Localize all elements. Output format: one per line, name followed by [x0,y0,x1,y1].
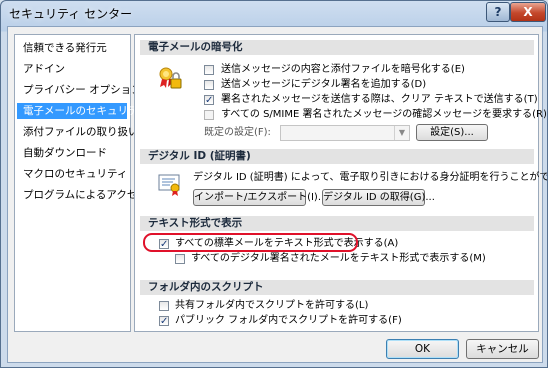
encrypt-contents-label: 送信メッセージの内容と添付ファイルを暗号化する(E) [221,64,465,75]
allow-public-folder-scripts-label: パブリック フォルダ内でスクリプトを許可する(F) [175,315,402,326]
close-button[interactable]: X [510,2,546,22]
sidebar-item-trusted-publishers[interactable]: 信頼できる発行元 [17,40,127,56]
sidebar-item-email-security[interactable]: 電子メールのセキュリティ [17,103,148,119]
allow-shared-folder-scripts-label: 共有フォルダ内でスクリプトを許可する(L) [175,300,369,311]
highlight-annotation [143,233,358,252]
allow-shared-folder-scripts-checkbox[interactable] [159,301,169,311]
sidebar-item-programmatic-access[interactable]: プログラムによるアクセス [17,187,148,203]
default-setting-label: 既定の設定(F): [204,127,271,138]
request-smime-receipt-label: すべての S/MIME 署名されたメッセージの確認メッセージを要求する(R) [221,109,547,120]
add-digital-signature-label: 送信メッセージにデジタル署名を追加する(D) [221,79,427,90]
request-smime-receipt-checkbox[interactable] [204,110,214,120]
help-button[interactable]: ? [486,2,510,22]
window-title: セキュリティ センター [9,7,133,21]
default-setting-dropdown[interactable]: ▼ [280,125,410,141]
get-digital-id-button[interactable]: デジタル ID の取得(G)... [322,189,435,206]
encrypt-contents-checkbox[interactable] [204,65,214,75]
lock-certificate-icon [157,65,183,91]
section-header-encryption: 電子メールの暗号化 [140,40,534,55]
sidebar-item-attachment-handling[interactable]: 添付ファイルの取り扱い [17,124,139,140]
cancel-button[interactable]: キャンセル [466,339,539,359]
digital-id-description: デジタル ID (証明書) によって、電子取り引きにおける身分証明を行うことがで… [193,172,548,183]
section-header-digital-id: デジタル ID (証明書) [140,149,534,164]
sidebar-item-macro-security[interactable]: マクロのセキュリティ [17,166,127,182]
read-signed-as-plain-text-checkbox[interactable] [175,254,185,264]
certificate-icon [157,171,183,197]
sidebar-item-automatic-download[interactable]: 自動ダウンロード [17,145,127,161]
sidebar-item-addins[interactable]: アドイン [17,61,127,77]
send-clear-text-label: 署名されたメッセージを送信する際は、クリア テキストで送信する(T) [221,94,538,105]
sidebar-item-privacy-options[interactable]: プライバシー オプション [17,82,142,98]
settings-panel: 電子メールの暗号化 送信メッセージの内容と添付ファイルを暗号化する(E) 送信メ… [134,34,547,332]
section-header-plain-text: テキスト形式で表示 [140,216,534,231]
settings-button[interactable]: 設定(S)... [416,124,488,141]
allow-public-folder-scripts-checkbox[interactable]: ✓ [159,316,169,327]
chevron-down-icon: ▼ [394,126,409,140]
ok-button[interactable]: OK [386,339,459,359]
send-clear-text-checkbox[interactable]: ✓ [204,95,214,106]
dialog-window: セキュリティ センター ? X 信頼できる発行元 アドイン プライバシー オプシ… [0,0,548,368]
dialog-client-area: 信頼できる発行元 アドイン プライバシー オプション 電子メールのセキュリティ … [7,26,547,363]
import-export-button[interactable]: インポート/エクスポート(I)... [193,189,327,206]
read-signed-as-plain-text-label: すべてのデジタル署名されたメールをテキスト形式で表示する(M) [191,253,486,264]
title-bar[interactable]: セキュリティ センター ? X [1,1,547,25]
add-digital-signature-checkbox[interactable] [204,80,214,90]
sidebar: 信頼できる発行元 アドイン プライバシー オプション 電子メールのセキュリティ … [14,34,148,332]
section-header-folder-scripts: フォルダ内のスクリプト [140,280,534,295]
